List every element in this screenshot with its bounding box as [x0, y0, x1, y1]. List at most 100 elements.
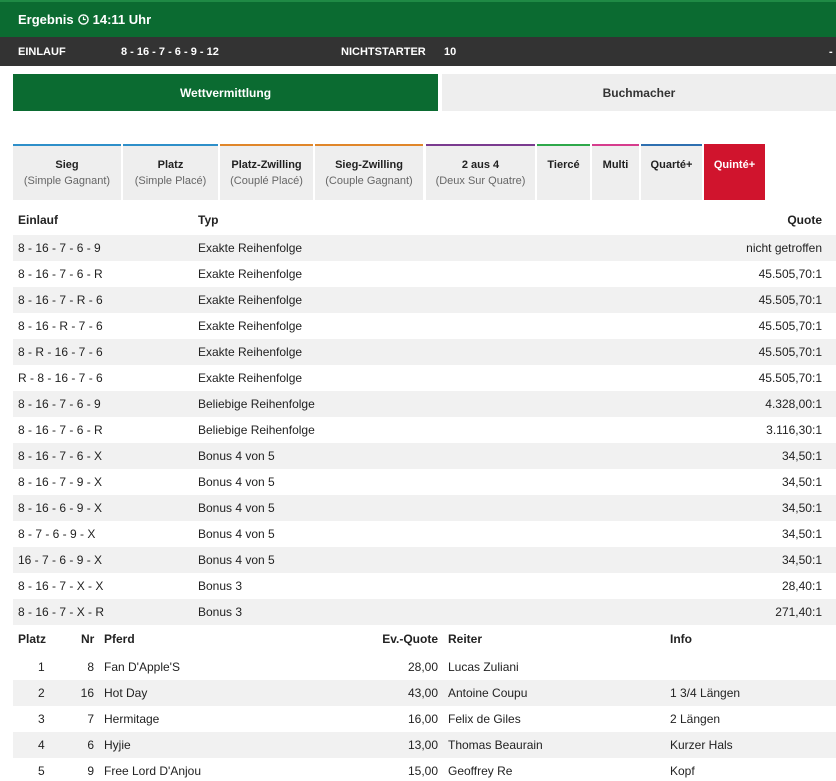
tab-sublabel: (Couplé Placé) [230, 175, 303, 187]
tab-sublabel: (Simple Gagnant) [23, 175, 111, 187]
quote-row: R - 8 - 16 - 7 - 6 Exakte Reihenfolge 45.5… [13, 365, 836, 391]
info-bar: EINLAUF 8 - 16 - 7 - 6 - 9 - 12 NICHTSTA… [0, 37, 836, 66]
cell-quote: 34,50:1 [781, 527, 822, 541]
tab-platz-zwilling[interactable]: Platz-Zwilling (Couplé Placé) [220, 144, 313, 200]
nichtstarter-value: 10 [444, 46, 457, 58]
quote-row: 8 - 16 - 7 - X - R Bonus 3 271,40:1 [13, 599, 836, 625]
tab-label: 2 aus 4 [461, 159, 500, 171]
cell-quote: 271,40:1 [775, 605, 822, 619]
tab-sublabel: (Deux Sur Quatre) [435, 175, 526, 187]
cell-quote: 4.328,00:1 [765, 397, 822, 411]
cell-typ: Beliebige Reihenfolge [198, 397, 315, 411]
quote-row: 8 - 16 - 7 - 6 - R Exakte Reihenfolge 45.5… [13, 261, 836, 287]
cell-quote: 34,50:1 [781, 553, 822, 567]
cell-platz: 2 [38, 686, 45, 700]
cell-einlauf: 8 - 16 - 7 - X - R [18, 605, 105, 619]
cell-typ: Bonus 4 von 5 [198, 475, 275, 489]
cell-nr: 7 [87, 712, 94, 726]
tab-multi[interactable]: Multi [592, 144, 639, 200]
tab-sieg[interactable]: Sieg (Simple Gagnant) [13, 144, 121, 200]
col-info: Info [670, 632, 692, 646]
result-header: Ergebnis 14:11 Uhr [0, 0, 836, 37]
cell-typ: Beliebige Reihenfolge [198, 423, 315, 437]
cell-ev-quote: 15,00 [407, 764, 438, 778]
result-row: 4 6 Hyjie 13,00 Thomas Beaurain Kurzer Hals [13, 732, 836, 758]
cell-typ: Exakte Reihenfolge [198, 345, 303, 359]
col-einlauf: Einlauf [18, 213, 59, 227]
wettvermittlung-button[interactable]: Wettvermittlung [13, 74, 438, 111]
tab-quarte[interactable]: Quarté+ [641, 144, 702, 200]
quote-row: 8 - 16 - 6 - 9 - X Bonus 4 von 5 34,50:1 [13, 495, 836, 521]
cell-info: Kurzer Hals [670, 738, 733, 752]
header-title: Ergebnis [18, 12, 74, 27]
cell-typ: Bonus 4 von 5 [198, 553, 275, 567]
nichtstarter-label: NICHTSTARTER [341, 46, 426, 58]
cell-quote: 45.505,70:1 [758, 267, 822, 281]
cell-typ: Exakte Reihenfolge [198, 293, 303, 307]
cell-info: 2 Längen [670, 712, 721, 726]
quote-row: 8 - 16 - 7 - R - 6 Exakte Reihenfolge 45.5… [13, 287, 836, 313]
einlauf-value: 8 - 16 - 7 - 6 - 9 - 12 [121, 46, 219, 58]
buchmacher-button[interactable]: Buchmacher [442, 74, 836, 111]
einlauf-label: EINLAUF [18, 46, 66, 58]
cell-nr: 9 [87, 764, 94, 778]
cell-info: 1 3/4 Längen [670, 686, 741, 700]
cell-typ: Bonus 4 von 5 [198, 527, 275, 541]
quote-row: 16 - 7 - 6 - 9 - X Bonus 4 von 5 34,50:1 [13, 547, 836, 573]
quote-row: 8 - 7 - 6 - 9 - X Bonus 4 von 5 34,50:1 [13, 521, 836, 547]
tab-label: Multi [602, 159, 629, 171]
result-row: 1 8 Fan D'Apple'S 28,00 Lucas Zuliani [13, 654, 836, 680]
col-pferd: Pferd [104, 632, 135, 646]
col-ev-quote: Ev.-Quote [382, 632, 438, 646]
tab-quinte[interactable]: Quinté+ [704, 144, 765, 200]
cell-platz: 5 [38, 764, 45, 778]
quote-row: 8 - 16 - 7 - 6 - R Beliebige Reihenfolge 3… [13, 417, 836, 443]
cell-pferd: Free Lord D'Anjou [104, 764, 202, 778]
tab-tierce[interactable]: Tiercé [537, 144, 590, 200]
cell-ev-quote: 43,00 [407, 686, 438, 700]
cell-einlauf: 8 - 16 - 7 - 6 - 9 [18, 397, 101, 411]
cell-einlauf: 8 - 16 - R - 7 - 6 [18, 319, 103, 333]
cell-einlauf: 8 - 16 - 6 - 9 - X [18, 501, 103, 515]
cell-pferd: Hyjie [104, 738, 131, 752]
cell-platz: 1 [38, 660, 45, 674]
tab-sublabel: (Simple Placé) [134, 175, 207, 187]
cell-pferd: Fan D'Apple'S [104, 660, 180, 674]
tab-label: Quarté+ [650, 159, 693, 171]
cell-ev-quote: 28,00 [407, 660, 438, 674]
cell-quote: nicht getroffen [746, 241, 822, 255]
cell-nr: 16 [80, 686, 94, 700]
tab-label: Quinté+ [713, 159, 756, 171]
quote-row: 8 - 16 - 7 - 9 - X Bonus 4 von 5 34,50:1 [13, 469, 836, 495]
cell-platz: 4 [38, 738, 45, 752]
quote-row: 8 - 16 - 7 - 6 - 9 Exakte Reihenfolge nich… [13, 235, 836, 261]
cell-typ: Bonus 4 von 5 [198, 449, 275, 463]
cell-quote: 34,50:1 [781, 501, 822, 515]
quote-table-header: Einlauf Typ Quote [13, 207, 836, 233]
tab-label: Tiercé [547, 159, 580, 171]
cell-info: Kopf [670, 764, 695, 778]
cell-reiter: Antoine Coupu [448, 686, 528, 700]
tab-sieg-zwilling[interactable]: Sieg-Zwilling (Couple Gagnant) [315, 144, 423, 200]
cell-einlauf: 8 - R - 16 - 7 - 6 [18, 345, 103, 359]
cell-einlauf: 16 - 7 - 6 - 9 - X [18, 553, 103, 567]
cell-einlauf: R - 8 - 16 - 7 - 6 [18, 371, 103, 385]
tab-platz[interactable]: Platz (Simple Placé) [123, 144, 218, 200]
cell-quote: 45.505,70:1 [758, 371, 822, 385]
clock-icon [77, 14, 89, 25]
cell-pferd: Hot Day [104, 686, 148, 700]
cell-nr: 6 [87, 738, 94, 752]
col-platz: Platz [18, 632, 47, 646]
cell-pferd: Hermitage [104, 712, 160, 726]
cell-quote: 45.505,70:1 [758, 293, 822, 307]
result-row: 3 7 Hermitage 16,00 Felix de Giles 2 Längen [13, 706, 836, 732]
cell-ev-quote: 13,00 [407, 738, 438, 752]
cell-quote: 34,50:1 [781, 475, 822, 489]
cell-einlauf: 8 - 16 - 7 - 9 - X [18, 475, 103, 489]
cell-einlauf: 8 - 16 - 7 - R - 6 [18, 293, 103, 307]
cell-einlauf: 8 - 7 - 6 - 9 - X [18, 527, 96, 541]
quote-row: 8 - 16 - 7 - X - X Bonus 3 28,40:1 [13, 573, 836, 599]
quote-row: 8 - 16 - 7 - 6 - 9 Beliebige Reihenfolge 4… [13, 391, 836, 417]
tab-2-aus-4[interactable]: 2 aus 4 (Deux Sur Quatre) [426, 144, 535, 200]
cell-typ: Bonus 4 von 5 [198, 501, 275, 515]
